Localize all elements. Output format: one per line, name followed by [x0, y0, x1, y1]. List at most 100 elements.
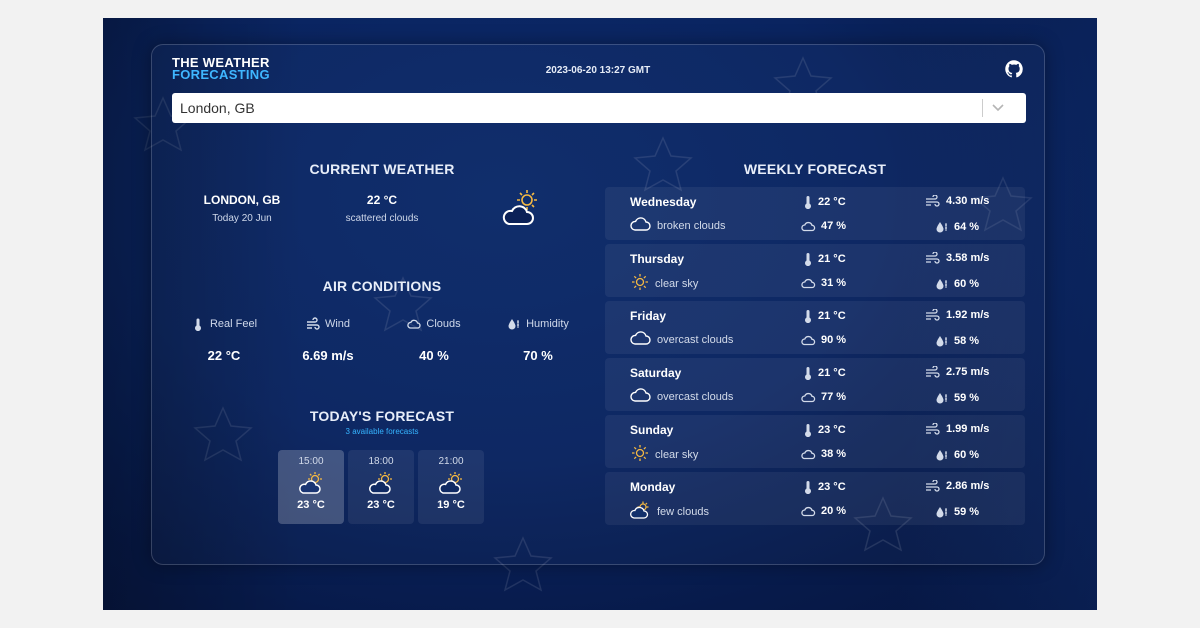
cloud-icon	[801, 335, 816, 346]
air-humidity: Humidity 70 %	[488, 317, 588, 363]
forecast-day: Saturday	[630, 366, 682, 380]
thermometer-icon	[194, 318, 201, 331]
weekly-forecast-row[interactable]: Monday few clouds 23 °C 20 % 2.86 m/s 59 %	[605, 472, 1025, 525]
cloud-icon	[407, 319, 422, 329]
thermometer-icon	[805, 367, 811, 380]
forecast-humidity: 59 %	[935, 505, 979, 519]
thermometer-icon	[805, 253, 811, 266]
cloud-icon	[801, 449, 816, 460]
forecast-humidity: 60 %	[935, 448, 979, 462]
forecast-description: clear sky	[630, 444, 698, 465]
hourly-time: 15:00	[298, 456, 324, 467]
forecast-humidity: 60 %	[935, 277, 979, 291]
forecast-temp-value: 23 °C	[818, 424, 846, 436]
wind-icon	[926, 252, 940, 264]
forecast-temp-value: 21 °C	[818, 367, 846, 379]
air-wind-value: 6.69 m/s	[302, 348, 354, 363]
wind-icon	[926, 480, 940, 492]
weekly-forecast-row[interactable]: Thursday clear sky 21 °C 31 % 3.58 m/s 60 %	[605, 244, 1025, 297]
forecast-temp: 22 °C	[803, 195, 846, 209]
wind-icon	[926, 423, 940, 435]
forecast-clouds: 77 %	[800, 391, 846, 403]
scattered-clouds-icon	[502, 190, 537, 225]
hourly-forecast-card[interactable]: 21:00 19 °C	[418, 450, 484, 524]
forecast-day: Monday	[630, 480, 676, 494]
search-input[interactable]	[172, 94, 982, 122]
forecast-clouds-value: 77 %	[821, 391, 847, 403]
weather-app-panel: THE WEATHER FORECASTING 2023-06-20 13:27…	[151, 44, 1045, 565]
forecast-clouds-value: 47 %	[821, 220, 847, 232]
weekly-forecast-row[interactable]: Sunday clear sky 23 °C 38 % 1.99 m/s 60 %	[605, 415, 1025, 468]
forecast-temp: 23 °C	[803, 480, 846, 494]
hourly-temp: 23 °C	[367, 499, 395, 511]
cloud-icon	[630, 330, 652, 349]
hourly-forecast-card[interactable]: 18:00 23 °C	[348, 450, 414, 524]
forecast-temp: 21 °C	[803, 366, 846, 380]
city-search[interactable]	[172, 93, 1026, 123]
forecast-wind: 2.86 m/s	[925, 480, 989, 492]
weekly-forecast-title: WEEKLY FORECAST	[743, 161, 887, 177]
forecast-humidity: 58 %	[935, 334, 979, 348]
forecast-description-text: few clouds	[657, 505, 709, 518]
forecast-humidity-value: 60 %	[954, 449, 980, 461]
forecast-clouds-value: 20 %	[821, 505, 847, 517]
forecast-description: overcast clouds	[630, 387, 733, 406]
forecast-humidity: 59 %	[935, 391, 979, 405]
current-temp-block: 22 °C scattered clouds	[322, 193, 442, 224]
forecast-temp: 21 °C	[803, 309, 846, 323]
weekly-forecast-row[interactable]: Wednesday broken clouds 22 °C 47 % 4.30 m/s 6…	[605, 187, 1025, 240]
forecast-description-text: overcast clouds	[657, 390, 734, 403]
wind-icon	[926, 195, 940, 207]
forecast-temp-value: 22 °C	[818, 196, 846, 208]
forecast-day: Thursday	[630, 252, 685, 266]
forecast-humidity-value: 59 %	[954, 392, 980, 404]
forecast-wind-value: 2.75 m/s	[946, 366, 990, 378]
search-dropdown-button[interactable]	[983, 93, 1013, 123]
weekly-forecast-row[interactable]: Friday overcast clouds 21 °C 90 % 1.92 m/s 58…	[605, 301, 1025, 354]
hourly-forecast-card[interactable]: 15:00 23 °C	[278, 450, 344, 524]
forecast-clouds: 90 %	[800, 334, 846, 346]
thermometer-icon	[805, 196, 811, 209]
humidity-icon	[936, 507, 947, 518]
air-conditions-title: AIR CONDITIONS	[322, 278, 442, 294]
forecast-clouds: 31 %	[800, 277, 846, 289]
github-icon[interactable]	[1004, 59, 1024, 79]
sun-icon	[630, 444, 650, 465]
wind-icon	[926, 309, 940, 321]
forecast-wind: 4.30 m/s	[925, 195, 989, 207]
humidity-icon	[936, 450, 947, 461]
forecast-temp: 23 °C	[803, 423, 846, 437]
cloud-icon	[630, 387, 652, 406]
forecast-description-text: clear sky	[655, 277, 699, 290]
air-wind: Wind 6.69 m/s	[278, 317, 378, 363]
air-real-feel: Real Feel 22 °C	[174, 317, 274, 363]
forecast-wind-value: 2.86 m/s	[946, 480, 990, 492]
hourly-time: 18:00	[368, 456, 394, 467]
forecast-clouds: 47 %	[800, 220, 846, 232]
current-date: Today 20 Jun	[212, 213, 272, 224]
cloud-icon	[801, 278, 816, 289]
sun-icon	[630, 273, 650, 294]
forecast-clouds: 38 %	[800, 448, 846, 460]
current-city: LONDON, GB	[203, 193, 281, 207]
partly-cloudy-icon	[439, 472, 462, 494]
air-real-feel-label: Real Feel	[209, 318, 258, 330]
forecast-description-text: broken clouds	[657, 219, 726, 232]
hourly-temp: 23 °C	[297, 499, 325, 511]
humidity-icon	[508, 319, 520, 330]
forecast-description: overcast clouds	[630, 330, 733, 349]
air-humidity-value: 70 %	[523, 348, 553, 363]
humidity-icon	[936, 336, 947, 347]
thermometer-icon	[805, 310, 811, 323]
current-temperature: 22 °C	[366, 193, 398, 207]
app-background: THE WEATHER FORECASTING 2023-06-20 13:27…	[103, 18, 1097, 610]
humidity-icon	[936, 222, 947, 233]
forecast-clouds-value: 31 %	[821, 277, 847, 289]
thermometer-icon	[805, 424, 811, 437]
forecast-day: Friday	[630, 309, 667, 323]
current-description: scattered clouds	[345, 213, 419, 224]
weekly-forecast-row[interactable]: Saturday overcast clouds 21 °C 77 % 2.75 m/s…	[605, 358, 1025, 411]
forecast-wind-value: 4.30 m/s	[946, 195, 990, 207]
current-city-block: LONDON, GB Today 20 Jun	[192, 193, 292, 224]
forecast-clouds: 20 %	[800, 505, 846, 517]
